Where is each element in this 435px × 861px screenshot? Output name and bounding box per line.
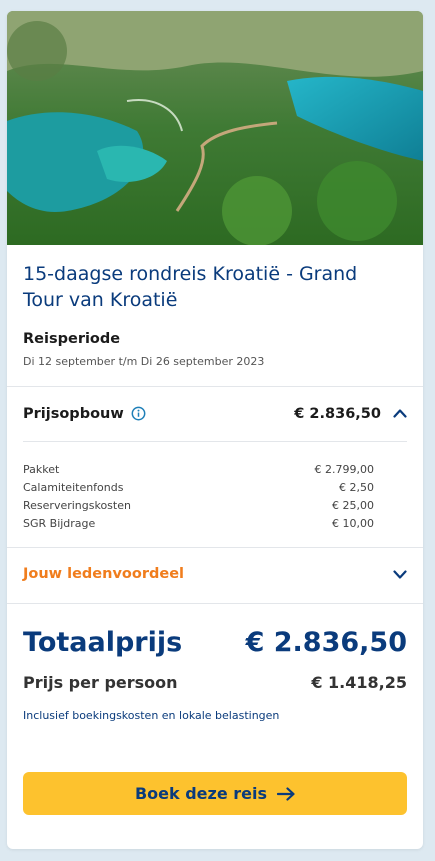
breakdown-value: € 25,00 xyxy=(332,499,374,512)
divider xyxy=(7,547,423,548)
breakdown-row-sgr-contribution: SGR Bijdrage € 10,00 xyxy=(23,515,374,533)
breakdown-row-calamity-fund: Calamiteitenfonds € 2,50 xyxy=(23,479,374,497)
breakdown-row-reservation-fee: Reserveringskosten € 25,00 xyxy=(23,497,374,515)
divider xyxy=(7,603,423,604)
price-per-person-label: Prijs per persoon xyxy=(23,673,178,692)
member-benefit-toggle[interactable]: Jouw ledenvoordeel xyxy=(23,566,184,582)
price-breakdown-total: € 2.836,50 xyxy=(294,406,381,422)
breakdown-value: € 2.799,00 xyxy=(314,463,374,476)
trip-title: 15-daagse rondreis Kroatië - Grand Tour … xyxy=(23,263,358,311)
breakdown-value: € 2,50 xyxy=(339,481,374,494)
total-price-value: € 2.836,50 xyxy=(245,627,407,658)
info-icon[interactable] xyxy=(131,406,146,421)
chevron-up-icon[interactable] xyxy=(393,408,407,418)
divider xyxy=(23,441,407,442)
travel-period-label: Reisperiode xyxy=(23,331,121,347)
inclusive-costs-note: Inclusief boekingskosten en lokale belas… xyxy=(23,709,280,722)
hero-image xyxy=(7,11,423,245)
chevron-down-icon[interactable] xyxy=(393,570,407,580)
divider xyxy=(7,386,423,387)
price-breakdown-label: Prijsopbouw xyxy=(23,406,124,422)
breakdown-row-package: Pakket € 2.799,00 xyxy=(23,461,374,479)
breakdown-label: Pakket xyxy=(23,463,60,476)
book-trip-button-label: Boek deze reis xyxy=(134,784,268,803)
breakdown-value: € 10,00 xyxy=(332,517,374,530)
price-per-person-value: € 1.418,25 xyxy=(311,673,407,692)
breakdown-label: Reserveringskosten xyxy=(23,499,131,512)
arrow-right-icon xyxy=(277,786,295,801)
price-breakdown-list: Pakket € 2.799,00 Calamiteitenfonds € 2,… xyxy=(23,461,374,533)
breakdown-label: Calamiteitenfonds xyxy=(23,481,124,494)
book-trip-button[interactable]: Boek deze reis xyxy=(23,772,407,815)
total-price-label: Totaalprijs xyxy=(23,627,183,658)
travel-period-dates: Di 12 september t/m Di 26 september 2023 xyxy=(23,355,265,368)
trip-summary-card: 15-daagse rondreis Kroatië - Grand Tour … xyxy=(7,11,423,849)
breakdown-label: SGR Bijdrage xyxy=(23,517,96,530)
